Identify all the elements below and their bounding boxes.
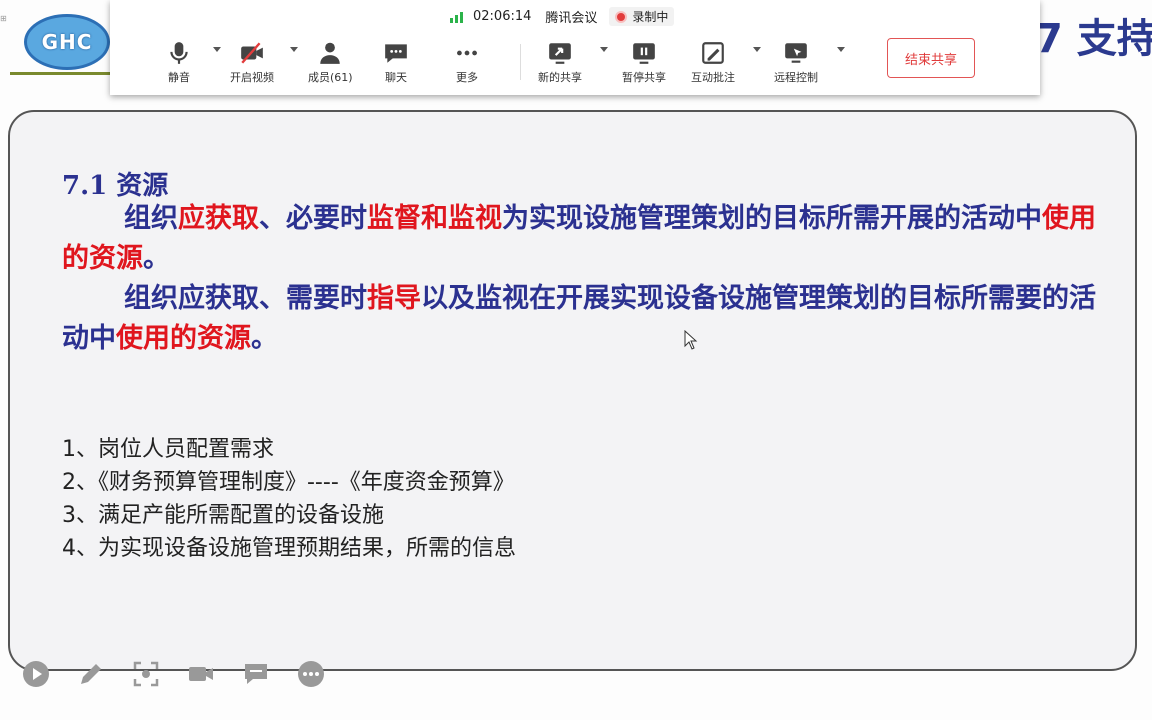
text-segment: 为实现设施管理策划的目标所需开展的活动中: [502, 203, 1042, 234]
members-label: 成员(61): [308, 71, 353, 84]
play-button[interactable]: [20, 658, 52, 690]
video-button[interactable]: 开启视频: [230, 40, 274, 85]
highlighted-phrase: 应获取: [178, 203, 259, 234]
microphone-icon: [170, 42, 188, 64]
list-item: 3、满足产能所需配置的设备设施: [62, 503, 384, 528]
video-label: 开启视频: [230, 71, 274, 84]
pen-icon: [81, 664, 101, 684]
video-options-caret[interactable]: [290, 47, 298, 52]
meeting-timer: 02:06:14: [473, 9, 532, 24]
content-card: [8, 110, 1137, 671]
members-icon: [320, 42, 341, 64]
new-share-button[interactable]: 新的共享: [538, 40, 582, 85]
comment-button[interactable]: [240, 658, 272, 690]
play-icon: [23, 661, 49, 687]
meeting-toolbar: 02:06:14 腾讯会议 录制中 静音 开启视频 成员(61) 聊天 更多 新…: [110, 0, 1040, 95]
text-segment: 、必要时: [259, 203, 367, 234]
camera-icon: [189, 667, 213, 681]
highlighted-phrase: 使用的资源: [116, 323, 251, 354]
camera-button[interactable]: [185, 658, 217, 690]
highlighted-phrase: 指导: [367, 283, 421, 314]
list-item: 1、岗位人员配置需求: [62, 437, 274, 462]
pause-share-icon: [633, 43, 655, 64]
text-segment: 组织: [124, 203, 178, 234]
annotate-button[interactable]: 互动批注: [691, 40, 735, 85]
annotate-icon: [702, 42, 724, 64]
remote-control-icon: [785, 43, 807, 63]
logo-underline: [10, 72, 115, 75]
pen-button[interactable]: [75, 658, 107, 690]
chat-button[interactable]: 聊天: [383, 40, 409, 85]
list-item: 2、《财务预算管理制度》----《年度资金预算》: [62, 470, 515, 495]
mute-button[interactable]: 静音: [166, 40, 192, 85]
screenshot-icon: [133, 661, 159, 687]
share-options-caret[interactable]: [600, 47, 608, 52]
section-heading: 7.1 资源: [62, 171, 169, 201]
toolbar-divider: [520, 44, 521, 80]
record-icon: [615, 10, 628, 23]
remote-control-button[interactable]: 远程控制: [774, 40, 818, 85]
more-dots-icon: [457, 50, 477, 56]
meeting-app-name: 腾讯会议: [545, 11, 598, 26]
list-item: 4、为实现设备设施管理预期结果，所需的信息: [62, 536, 516, 561]
resource-list: 1、岗位人员配置需求 2、《财务预算管理制度》----《年度资金预算》 3、满足…: [62, 433, 516, 565]
paragraph-1-text: 组织应获取、必要时监督和监视为实现设施管理策划的目标所需开展的活动中使用的资源。: [62, 203, 1096, 274]
more-button[interactable]: 更多: [454, 40, 480, 85]
pause-share-button[interactable]: 暂停共享: [622, 40, 666, 85]
more-tools-button[interactable]: [295, 658, 327, 690]
remote-options-caret[interactable]: [837, 47, 845, 52]
pause-share-label: 暂停共享: [622, 71, 666, 84]
paragraph-1: 组织应获取、必要时监督和监视为实现设施管理策划的目标所需开展的活动中使用的资源。: [62, 199, 1102, 279]
annotate-label: 互动批注: [691, 71, 735, 84]
remote-control-label: 远程控制: [774, 71, 818, 84]
new-share-label: 新的共享: [538, 71, 582, 84]
text-segment: 。: [251, 323, 278, 354]
mute-label: 静音: [168, 71, 190, 84]
video-off-icon: [241, 42, 263, 64]
meeting-status: 02:06:14 腾讯会议 录制中: [450, 7, 675, 26]
recording-badge[interactable]: 录制中: [609, 7, 675, 26]
chat-label: 聊天: [385, 71, 407, 84]
mouse-cursor-icon: [684, 330, 698, 350]
slide-corner-mark: ⊞: [0, 14, 7, 23]
mute-options-caret[interactable]: [213, 47, 221, 52]
share-screen-icon: [549, 43, 571, 64]
annotation-toolbar: [20, 658, 327, 690]
comment-icon: [245, 664, 267, 684]
more-icon: [298, 661, 324, 687]
recording-label: 录制中: [632, 10, 669, 24]
members-button[interactable]: 成员(61): [308, 40, 353, 85]
highlighted-phrase: 监督和监视: [367, 203, 502, 234]
end-share-button[interactable]: 结束共享: [887, 38, 975, 78]
signal-icon: [450, 11, 463, 23]
company-logo: GHC: [24, 14, 110, 70]
more-label: 更多: [456, 71, 478, 84]
text-segment: 。: [143, 243, 170, 274]
paragraph-2: 组织应获取、需要时指导以及监视在开展实现设备设施管理策划的目标所需要的活动中使用…: [62, 279, 1102, 359]
slide-title: 7 支持: [1035, 16, 1152, 62]
chat-icon: [385, 44, 407, 63]
text-segment: 组织应获取、需要时: [124, 283, 367, 314]
screenshot-button[interactable]: [130, 658, 162, 690]
paragraph-2-text: 组织应获取、需要时指导以及监视在开展实现设备设施管理策划的目标所需要的活动中使用…: [62, 283, 1096, 354]
annotate-options-caret[interactable]: [753, 47, 761, 52]
